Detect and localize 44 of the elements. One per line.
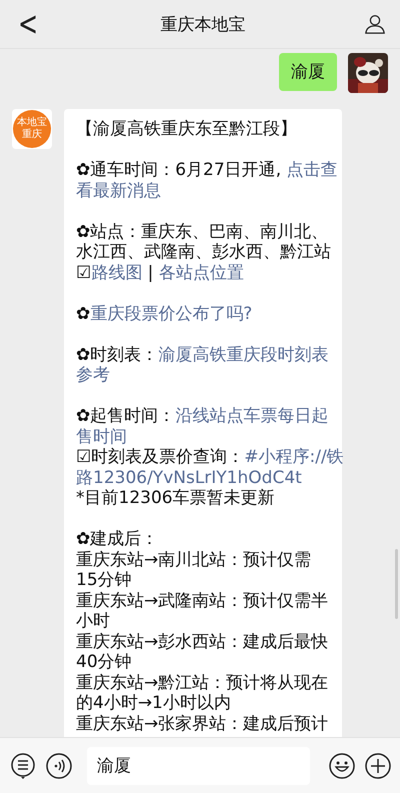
emoji-icon[interactable] xyxy=(328,752,356,780)
link[interactable]: 各站点位置 xyxy=(158,262,244,282)
message-text: ✿时刻表： xyxy=(76,344,158,364)
link[interactable]: #小程序://铁 xyxy=(244,447,344,467)
scrollbar xyxy=(395,549,398,619)
link[interactable]: 点击查 xyxy=(286,160,338,180)
message-text: ✿ xyxy=(76,304,90,324)
message-text: 重庆东站→彭水西站：建成后最快 xyxy=(76,632,328,652)
link[interactable]: 售时间 xyxy=(76,426,127,446)
message-input[interactable]: 渝厦 xyxy=(87,746,310,784)
plus-icon[interactable] xyxy=(364,752,392,780)
menu-icon[interactable] xyxy=(9,752,37,780)
message-text: 【渝厦高铁重庆东至黔江段】 xyxy=(76,119,297,139)
link[interactable]: 路线图 xyxy=(91,262,142,282)
message-text: | xyxy=(146,262,154,282)
sent-message: 渝厦 xyxy=(279,53,337,91)
link[interactable]: 路12306/YvNsLrIY1hOdC4t xyxy=(76,468,302,488)
message-text: 小时 xyxy=(76,611,110,631)
link[interactable]: 看最新消息 xyxy=(76,180,161,200)
message-text: ✿通车时间：6月27日开通, xyxy=(76,160,282,180)
message-text: ✿建成后： xyxy=(76,529,158,549)
message-text: 重庆东站→黔江站：预计将从现在 xyxy=(76,672,328,692)
chat-title: 重庆本地宝 xyxy=(160,14,246,36)
message-text: 的4小时→1小时以内 xyxy=(76,693,231,713)
link[interactable]: 渝厦高铁重庆段时刻表 xyxy=(158,344,328,364)
message-text: ☑时刻表及票价查询： xyxy=(76,447,244,467)
message-text: *目前12306车票暂未更新 xyxy=(76,488,275,508)
link[interactable]: 重庆段票价公布了吗? xyxy=(90,304,252,324)
person-icon[interactable] xyxy=(364,13,386,35)
message-text: 水江西、武隆南、彭水西、黔江站 xyxy=(76,242,331,262)
message-text: 40分钟 xyxy=(76,652,132,672)
link[interactable]: 参考 xyxy=(76,365,110,385)
message-text: ✿站点：重庆东、巴南、南川北、 xyxy=(76,222,328,242)
back-button[interactable]: < xyxy=(14,4,42,44)
message-text: 15分钟 xyxy=(76,570,132,590)
voice-icon[interactable] xyxy=(45,752,73,780)
link[interactable]: 沿线站点车票每日起 xyxy=(175,406,328,426)
message-text: ✿起售时间： xyxy=(76,406,176,426)
logo-text: 本地宝 xyxy=(17,117,47,128)
message-text: 重庆东站→张家界站：建成后预计 xyxy=(76,714,328,734)
message-text: 重庆东站→武隆南站：预计仅需半 xyxy=(76,590,328,610)
message-text: ☑ xyxy=(76,262,92,282)
logo-city: 重庆 xyxy=(22,129,42,141)
message-text: 重庆东站→南川北站：预计仅需 xyxy=(76,550,312,570)
